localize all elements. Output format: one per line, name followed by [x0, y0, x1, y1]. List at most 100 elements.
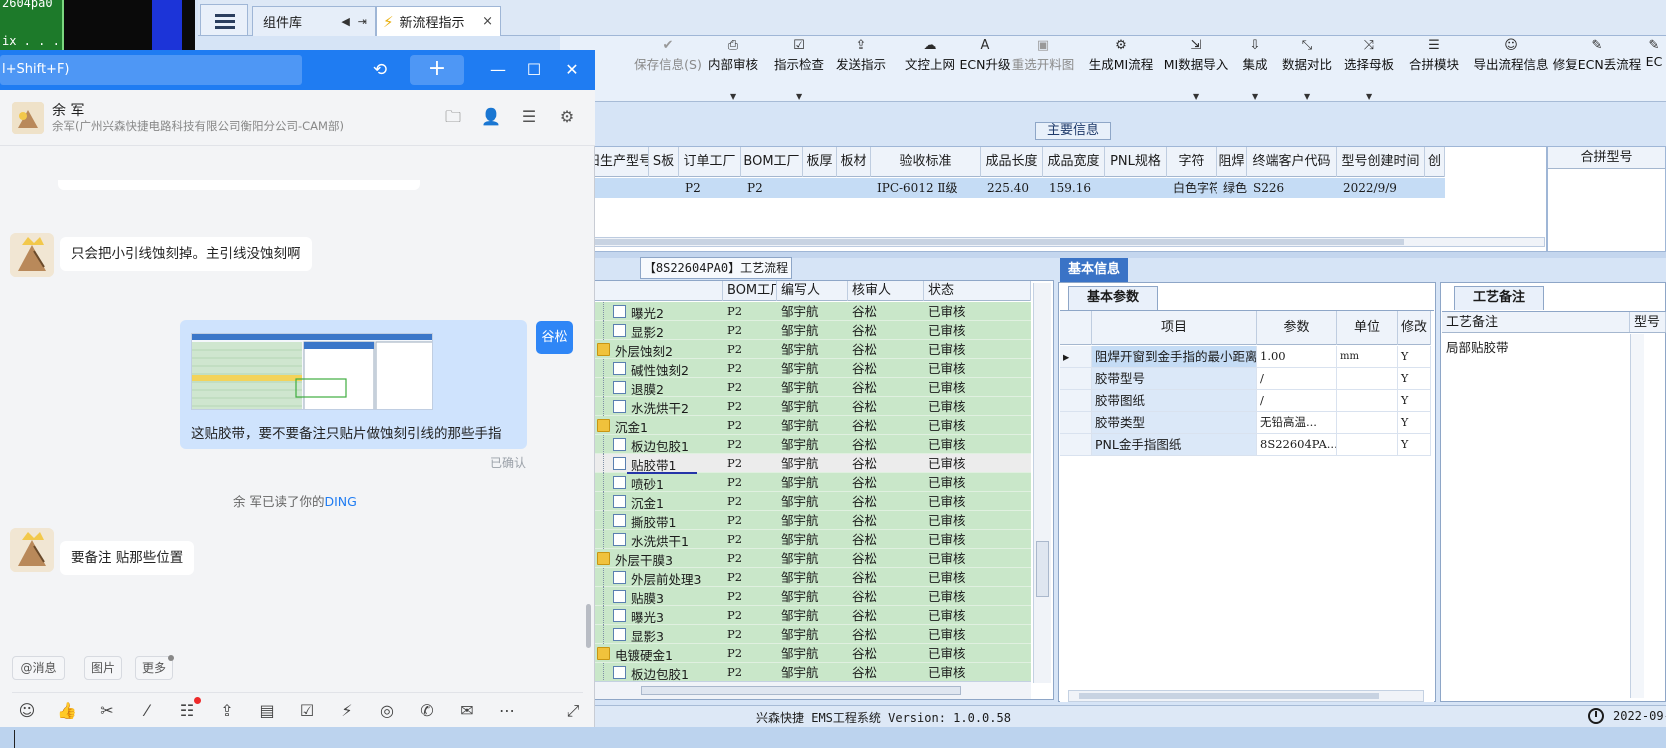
table-cell[interactable] — [1337, 412, 1398, 433]
tree-row[interactable]: 沉金1 P2 邹宇航 谷松 已审核 — [561, 492, 1031, 511]
column-header[interactable]: 单位 — [1337, 311, 1398, 345]
folder-icon[interactable]: 🗀 — [442, 106, 464, 128]
table-cell[interactable]: 邹宇航 — [777, 625, 848, 643]
minimize-icon[interactable]: — — [486, 58, 510, 82]
ding-link[interactable]: DING — [324, 494, 356, 509]
table-cell[interactable] — [1337, 390, 1398, 411]
chevron-down-icon[interactable]: ▼ — [796, 92, 802, 101]
table-cell[interactable]: 邹宇航 — [777, 454, 848, 472]
table-cell[interactable]: mm — [1337, 346, 1398, 367]
toolbar-button[interactable]: ✎ 修复ECN丢流程 — [1553, 38, 1641, 78]
mention-button[interactable]: @消息 — [12, 656, 65, 680]
table-cell[interactable]: P2 — [723, 302, 777, 320]
toolbar-button[interactable]: ⇩ 集成 — [1242, 38, 1267, 78]
table-cell[interactable]: 无铅高温... — [1257, 412, 1337, 433]
table-cell[interactable]: 已审核 — [924, 587, 1031, 605]
table-cell[interactable]: 已审核 — [924, 359, 1031, 377]
table-cell[interactable]: 谷松 — [848, 663, 924, 681]
table-cell[interactable]: 邹宇航 — [777, 397, 848, 415]
column-header[interactable]: 订单工厂 — [679, 147, 741, 177]
contact-name[interactable]: 余 军 — [52, 100, 84, 120]
table-cell[interactable]: 阻焊开窗到金手指的最小距离 — [1092, 346, 1257, 367]
message-input[interactable] — [14, 730, 15, 748]
table-cell[interactable]: 谷松 — [848, 340, 924, 358]
column-header[interactable]: 板厚 — [803, 147, 837, 177]
message-bubble[interactable]: 要备注 贴那些位置 — [60, 541, 195, 575]
column-header[interactable]: 核审人 — [848, 281, 924, 301]
table-cell[interactable]: 邹宇航 — [777, 511, 848, 529]
avatar[interactable] — [10, 528, 54, 572]
table-cell[interactable]: P2 — [723, 568, 777, 586]
table-cell[interactable] — [1337, 368, 1398, 389]
table-cell[interactable]: 胶带图纸 — [1092, 390, 1257, 411]
tree-row[interactable]: 外层前处理3 P2 邹宇航 谷松 已审核 — [561, 568, 1031, 587]
table-cell[interactable] — [837, 178, 871, 198]
table-cell[interactable]: 胶带类型 — [1092, 412, 1257, 433]
column-header[interactable]: 型号创建时间 — [1337, 147, 1425, 177]
column-header[interactable]: 板材 — [837, 147, 871, 177]
table-cell[interactable]: Y — [1398, 434, 1431, 455]
video-icon[interactable]: ◎ — [376, 700, 398, 722]
table-cell[interactable]: 邹宇航 — [777, 644, 848, 662]
table-cell[interactable]: P2 — [723, 492, 777, 510]
table-row[interactable]: ▸ 阻焊开窗到金手指的最小距离 1.00 mm Y — [1060, 346, 1431, 368]
table-cell[interactable]: 邹宇航 — [777, 587, 848, 605]
table-row[interactable]: 胶带类型 无铅高温... Y — [1060, 412, 1431, 434]
upload-icon[interactable]: ⇪ — [216, 700, 238, 722]
table-cell[interactable]: 已审核 — [924, 378, 1031, 396]
horizontal-scrollbar[interactable] — [561, 681, 1031, 699]
table-cell[interactable]: P2 — [723, 530, 777, 548]
search-input[interactable]: l+Shift+F) — [0, 55, 302, 85]
tree-row[interactable]: 贴胶带1 P2 邹宇航 谷松 已审核 — [561, 454, 1031, 473]
table-cell[interactable]: 谷松 — [848, 511, 924, 529]
column-header[interactable]: 修改 — [1398, 311, 1431, 345]
row-indicator[interactable] — [1060, 434, 1092, 455]
table-cell[interactable]: 谷松 — [848, 302, 924, 320]
table-cell[interactable]: S226 — [1247, 178, 1337, 198]
table-cell[interactable]: 邹宇航 — [777, 568, 848, 586]
table-cell[interactable]: 已审核 — [924, 568, 1031, 586]
column-header[interactable]: 验收标准 — [871, 147, 981, 177]
basic-info-title[interactable]: 基本信息 — [1060, 258, 1128, 282]
table-cell[interactable]: 邹宇航 — [777, 530, 848, 548]
table-cell[interactable]: 已审核 — [924, 606, 1031, 624]
table-cell[interactable]: P2 — [723, 397, 777, 415]
column-header[interactable]: 字符 — [1167, 147, 1217, 177]
table-cell[interactable]: P2 — [723, 549, 777, 567]
emoji-icon[interactable]: ☺ — [16, 700, 38, 722]
table-cell[interactable]: Y — [1398, 346, 1431, 367]
table-cell[interactable]: 邹宇航 — [777, 473, 848, 491]
row-indicator[interactable]: ▸ — [1060, 346, 1092, 367]
table-cell[interactable]: P2 — [723, 473, 777, 491]
tree-row[interactable]: 曝光3 P2 邹宇航 谷松 已审核 — [561, 606, 1031, 625]
table-cell[interactable]: 邹宇航 — [777, 606, 848, 624]
horizontal-scrollbar[interactable] — [563, 237, 1545, 247]
tree-row[interactable]: 退膜2 P2 邹宇航 谷松 已审核 — [561, 378, 1031, 397]
toolbar-button[interactable]: ⚙ 生成MI流程 — [1089, 38, 1153, 78]
table-cell[interactable] — [1337, 434, 1398, 455]
chevron-down-icon[interactable]: ▼ — [1366, 92, 1372, 101]
tree-row[interactable]: 板边包胶1 P2 邹宇航 谷松 已审核 — [561, 435, 1031, 454]
search-history-icon[interactable]: ☰ — [518, 106, 540, 128]
table-cell[interactable]: 谷松 — [848, 321, 924, 339]
toolbar-button[interactable]: ✎ EC — [1646, 38, 1663, 78]
column-header[interactable]: 项目 — [1092, 311, 1257, 345]
maximize-icon[interactable]: ☐ — [522, 58, 546, 82]
table-cell[interactable]: 邹宇航 — [777, 549, 848, 567]
table-cell[interactable] — [803, 178, 837, 198]
table-cell[interactable]: 谷松 — [848, 587, 924, 605]
table-cell[interactable]: Y — [1398, 368, 1431, 389]
table-cell[interactable]: 谷松 — [848, 454, 924, 472]
column-header[interactable]: 状态 — [924, 281, 1031, 301]
tree-row[interactable]: −沉金1P2邹宇航谷松已审核 — [561, 416, 1031, 435]
vertical-scrollbar[interactable] — [586, 604, 591, 648]
table-cell[interactable]: 已审核 — [924, 625, 1031, 643]
table-cell[interactable]: 邹宇航 — [777, 435, 848, 453]
tree-row[interactable]: 板边包胶1 P2 邹宇航 谷松 已审核 — [561, 663, 1031, 682]
table-cell[interactable]: 已审核 — [924, 663, 1031, 681]
table-cell[interactable]: 谷松 — [848, 549, 924, 567]
chevron-down-icon[interactable]: ▼ — [730, 92, 736, 101]
table-cell[interactable]: 邹宇航 — [777, 321, 848, 339]
table-cell[interactable]: 谷松 — [848, 492, 924, 510]
toolbar-button[interactable]: ⤡ 数据对比 — [1282, 38, 1332, 78]
